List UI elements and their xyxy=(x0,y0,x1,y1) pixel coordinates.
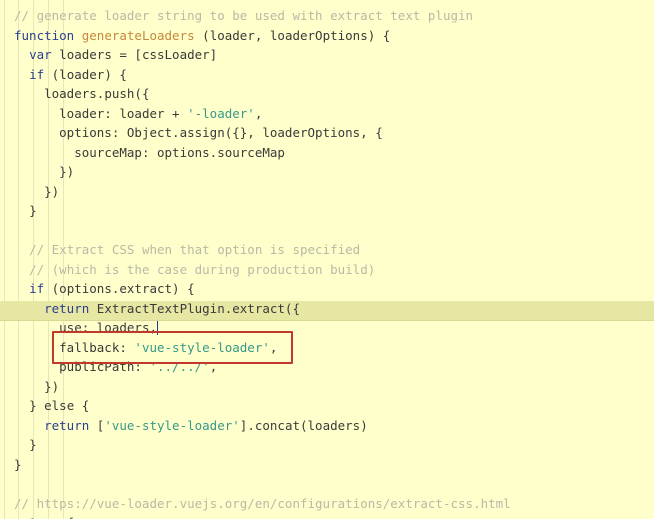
code-line[interactable]: sourceMap: options.sourceMap xyxy=(0,143,654,163)
plain-token: [ xyxy=(89,417,105,433)
plain-token: sourceMap: options.sourceMap xyxy=(74,144,285,160)
code-line[interactable]: if (options.extract) { xyxy=(0,279,654,299)
code-line-current[interactable]: use: loaders, xyxy=(0,318,654,338)
plain-token: loaders = [cssLoader] xyxy=(51,47,218,62)
plain-token: use: loaders, xyxy=(59,320,157,335)
string-token: '../../' xyxy=(149,359,210,374)
string-token: 'vue-style-loader' xyxy=(104,417,240,433)
code-line[interactable]: function generateLoaders (loader, loader… xyxy=(0,26,654,46)
comment-token: // (which is the case during production … xyxy=(29,261,376,277)
code-line-blank[interactable] xyxy=(0,221,654,241)
plain-token: (loader, loaderOptions) { xyxy=(194,27,391,43)
code-line[interactable]: } else { xyxy=(0,396,654,416)
plain-token: }) xyxy=(44,183,60,199)
code-line-annotated[interactable]: publicPath: '../../', xyxy=(0,357,654,377)
code-line[interactable]: var loaders = [cssLoader] xyxy=(0,45,654,65)
string-token: 'vue-style-loader' xyxy=(134,339,270,355)
function-name-token: generateLoaders xyxy=(81,27,195,43)
code-line[interactable]: }) xyxy=(0,377,654,397)
plain-token: , xyxy=(254,105,263,121)
code-line[interactable]: return ['vue-style-loader'].concat(loade… xyxy=(0,416,654,436)
code-line[interactable]: } xyxy=(0,455,654,475)
keyword-token: return xyxy=(44,300,90,316)
code-line-blank[interactable] xyxy=(0,474,654,494)
keyword-token: if xyxy=(29,281,45,296)
plain-token: } xyxy=(29,203,37,218)
plain-token: ExtractTextPlugin.extract({ xyxy=(89,300,300,316)
plain-token: }) xyxy=(59,164,75,179)
plain-token: loaders.push({ xyxy=(44,86,150,101)
plain-token: , xyxy=(269,339,278,355)
code-content[interactable]: // generate loader string to be used wit… xyxy=(0,0,654,519)
plain-token: options: Object.assign({}, loaderOptions… xyxy=(59,125,383,140)
keyword-token: return xyxy=(14,515,59,519)
code-editor[interactable]: // generate loader string to be used wit… xyxy=(0,0,654,519)
code-line[interactable]: // Extract CSS when that option is speci… xyxy=(0,240,654,260)
code-line[interactable]: } xyxy=(0,201,654,221)
plain-token: (options.extract) { xyxy=(44,281,195,296)
plain-token: fallback: xyxy=(59,339,135,355)
plain-token: }) xyxy=(44,378,60,394)
keyword-token: if xyxy=(29,66,45,82)
comment-token: // Extract CSS when that option is speci… xyxy=(29,242,361,257)
code-line[interactable]: // generate loader string to be used wit… xyxy=(0,6,654,26)
plain-token: loader: loader + xyxy=(59,105,188,121)
code-line[interactable]: } xyxy=(0,435,654,455)
keyword-token: function xyxy=(14,27,75,43)
plain-token: } xyxy=(14,456,22,472)
string-token: '-loader' xyxy=(187,105,255,121)
plain-token: (loader) { xyxy=(44,66,127,82)
code-line[interactable]: if (loader) { xyxy=(0,65,654,85)
comment-token: // https://vue-loader.vuejs.org/en/confi… xyxy=(14,495,511,511)
code-line[interactable]: }) xyxy=(0,162,654,182)
code-line[interactable]: return ExtractTextPlugin.extract({ xyxy=(0,299,654,319)
plain-token: } else { xyxy=(29,398,90,413)
code-line[interactable]: // (which is the case during production … xyxy=(0,260,654,280)
comment-token: // generate loader string to be used wit… xyxy=(14,8,474,23)
text-cursor xyxy=(156,321,158,335)
plain-token: ].concat(loaders) xyxy=(239,417,368,433)
plain-token: { xyxy=(59,515,75,519)
code-line[interactable]: fallback: 'vue-style-loader', xyxy=(0,338,654,358)
keyword-token: return xyxy=(44,417,90,433)
code-line[interactable]: return { xyxy=(0,513,654,519)
keyword-token: var xyxy=(29,47,52,62)
code-line[interactable]: options: Object.assign({}, loaderOptions… xyxy=(0,123,654,143)
plain-token: , xyxy=(209,359,218,374)
plain-token: } xyxy=(29,437,37,452)
code-line[interactable]: // https://vue-loader.vuejs.org/en/confi… xyxy=(0,494,654,514)
code-line[interactable]: loaders.push({ xyxy=(0,84,654,104)
plain-token: publicPath: xyxy=(59,359,150,374)
code-line[interactable]: }) xyxy=(0,182,654,202)
code-line[interactable]: loader: loader + '-loader', xyxy=(0,104,654,124)
